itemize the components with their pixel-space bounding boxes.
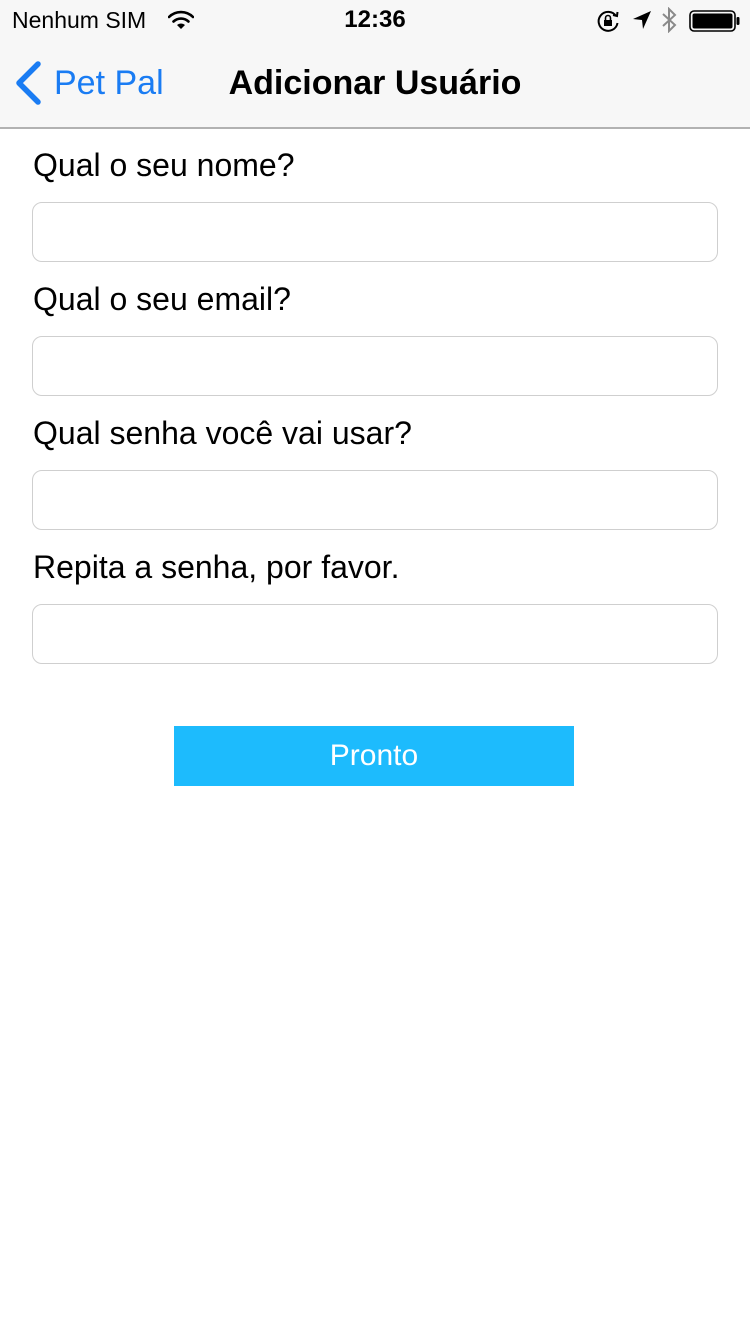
page-title: Adicionar Usuário [228, 64, 522, 102]
email-field-label: Qual o seu email? [33, 281, 291, 317]
password-field[interactable] [32, 470, 718, 530]
name-field[interactable] [32, 202, 718, 262]
header: Nenhum SIM 12:36 Pet Pal Adicionar Usuár… [0, 0, 750, 129]
name-field-label: Qual o seu nome? [33, 147, 295, 183]
location-arrow-icon [633, 11, 651, 29]
bluetooth-icon [662, 7, 677, 33]
confirm-password-field-label: Repita a senha, por favor. [33, 549, 400, 585]
status-bar: Nenhum SIM 12:36 [0, 0, 750, 40]
confirm-password-field[interactable] [32, 604, 718, 664]
orientation-lock-icon [597, 10, 619, 32]
password-field-label: Qual senha você vai usar? [33, 415, 412, 451]
done-button[interactable]: Pronto [174, 726, 574, 786]
battery-icon [689, 10, 740, 32]
email-field[interactable] [32, 336, 718, 396]
navigation-bar: Pet Pal Adicionar Usuário [0, 40, 750, 128]
